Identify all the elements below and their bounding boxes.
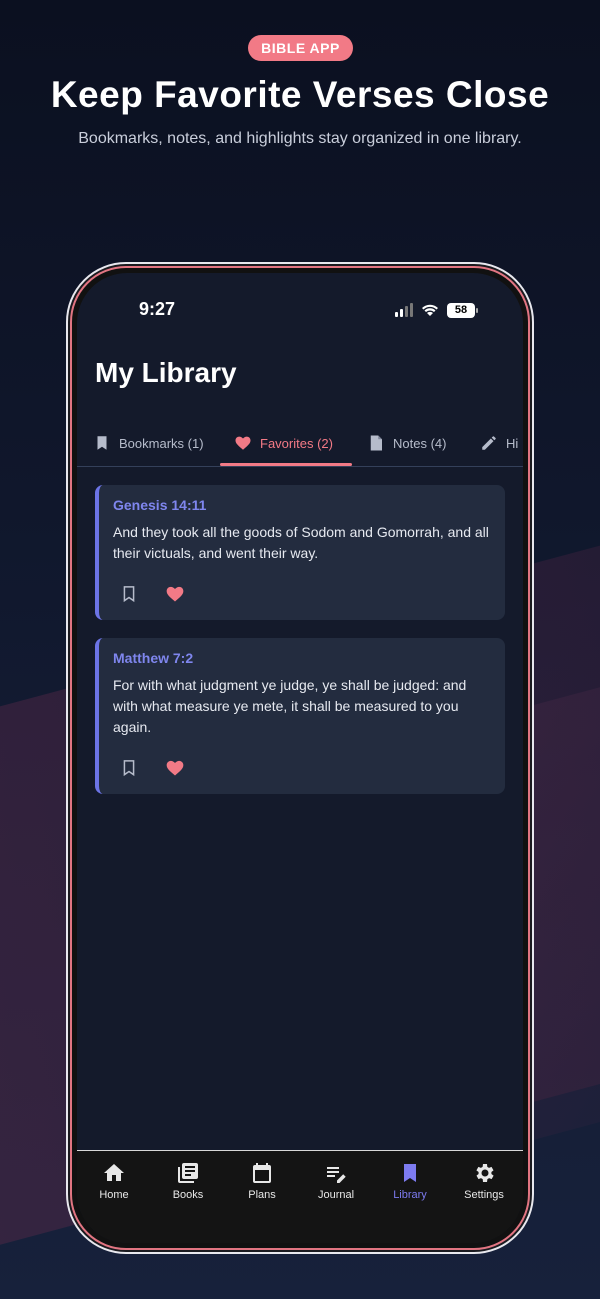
- wifi-icon: [422, 304, 438, 316]
- promo-badge: BIBLE APP: [248, 35, 353, 61]
- signal-icon: [395, 303, 413, 317]
- phone-screen: 9:27 58 My Library Bookmarks (1) Favorit…: [77, 273, 523, 1243]
- nav-home[interactable]: Home: [77, 1161, 151, 1201]
- home-icon: [104, 1164, 124, 1181]
- nav-plans[interactable]: Plans: [225, 1161, 299, 1201]
- verse-text: For with what judgment ye judge, ye shal…: [113, 677, 467, 735]
- gear-icon: [476, 1164, 494, 1182]
- nav-journal[interactable]: Journal: [299, 1161, 373, 1201]
- nav-label: Books: [172, 1189, 204, 1201]
- verse-reference[interactable]: Matthew 7:2: [113, 650, 491, 666]
- status-icons: 58: [395, 301, 478, 319]
- nav-label: Library: [393, 1189, 427, 1201]
- library-tabs: Bookmarks (1) Favorites (2) Notes (4) Hi: [77, 419, 523, 467]
- note-icon: [370, 435, 382, 451]
- tab-label: Hi: [506, 435, 519, 451]
- books-icon: [178, 1163, 198, 1183]
- tab-label: Notes (4): [393, 435, 447, 451]
- nav-label: Journal: [317, 1189, 355, 1201]
- battery-icon: 58: [447, 302, 478, 318]
- bookmark-outline-icon[interactable]: [119, 758, 139, 778]
- verse-text: And they took all the goods of Sodom and…: [113, 524, 489, 561]
- nav-library[interactable]: Library: [373, 1161, 447, 1201]
- card-actions: [119, 584, 185, 604]
- promo-headline: Keep Favorite Verses Close: [50, 74, 550, 115]
- status-time: 9:27: [139, 299, 176, 319]
- verse-reference[interactable]: Genesis 14:11: [113, 497, 491, 513]
- bookmark-icon: [97, 436, 107, 450]
- tab-favorites[interactable]: Favorites (2): [234, 419, 333, 467]
- bookmark-icon: [404, 1164, 416, 1182]
- tab-highlights[interactable]: Hi: [480, 419, 518, 467]
- pencil-icon: [482, 436, 496, 450]
- card-actions: [119, 758, 185, 778]
- tab-label: Bookmarks (1): [119, 435, 204, 451]
- tab-notes[interactable]: Notes (4): [367, 419, 446, 467]
- calendar-icon: [253, 1163, 271, 1183]
- page-title: My Library: [95, 357, 237, 388]
- active-tab-indicator: [220, 463, 352, 466]
- heart-icon: [235, 436, 251, 450]
- verse-card[interactable]: Genesis 14:11 And they took all the good…: [95, 485, 505, 620]
- nav-label: Home: [99, 1189, 129, 1201]
- tab-label: Favorites (2): [260, 435, 333, 451]
- promo-subhead: Bookmarks, notes, and highlights stay or…: [78, 130, 522, 147]
- nav-books[interactable]: Books: [151, 1161, 225, 1201]
- bookmark-outline-icon[interactable]: [119, 584, 139, 604]
- heart-icon[interactable]: [165, 584, 185, 604]
- heart-icon[interactable]: [165, 758, 185, 778]
- tab-bookmarks[interactable]: Bookmarks (1): [93, 419, 204, 467]
- nav-settings[interactable]: Settings: [447, 1161, 521, 1201]
- journal-icon: [327, 1167, 346, 1183]
- bottom-nav: Home Books Plans Journal Library Setting…: [77, 1150, 523, 1243]
- verse-card[interactable]: Matthew 7:2 For with what judgment ye ju…: [95, 638, 505, 794]
- nav-label: Settings: [464, 1189, 504, 1201]
- nav-label: Plans: [248, 1189, 276, 1201]
